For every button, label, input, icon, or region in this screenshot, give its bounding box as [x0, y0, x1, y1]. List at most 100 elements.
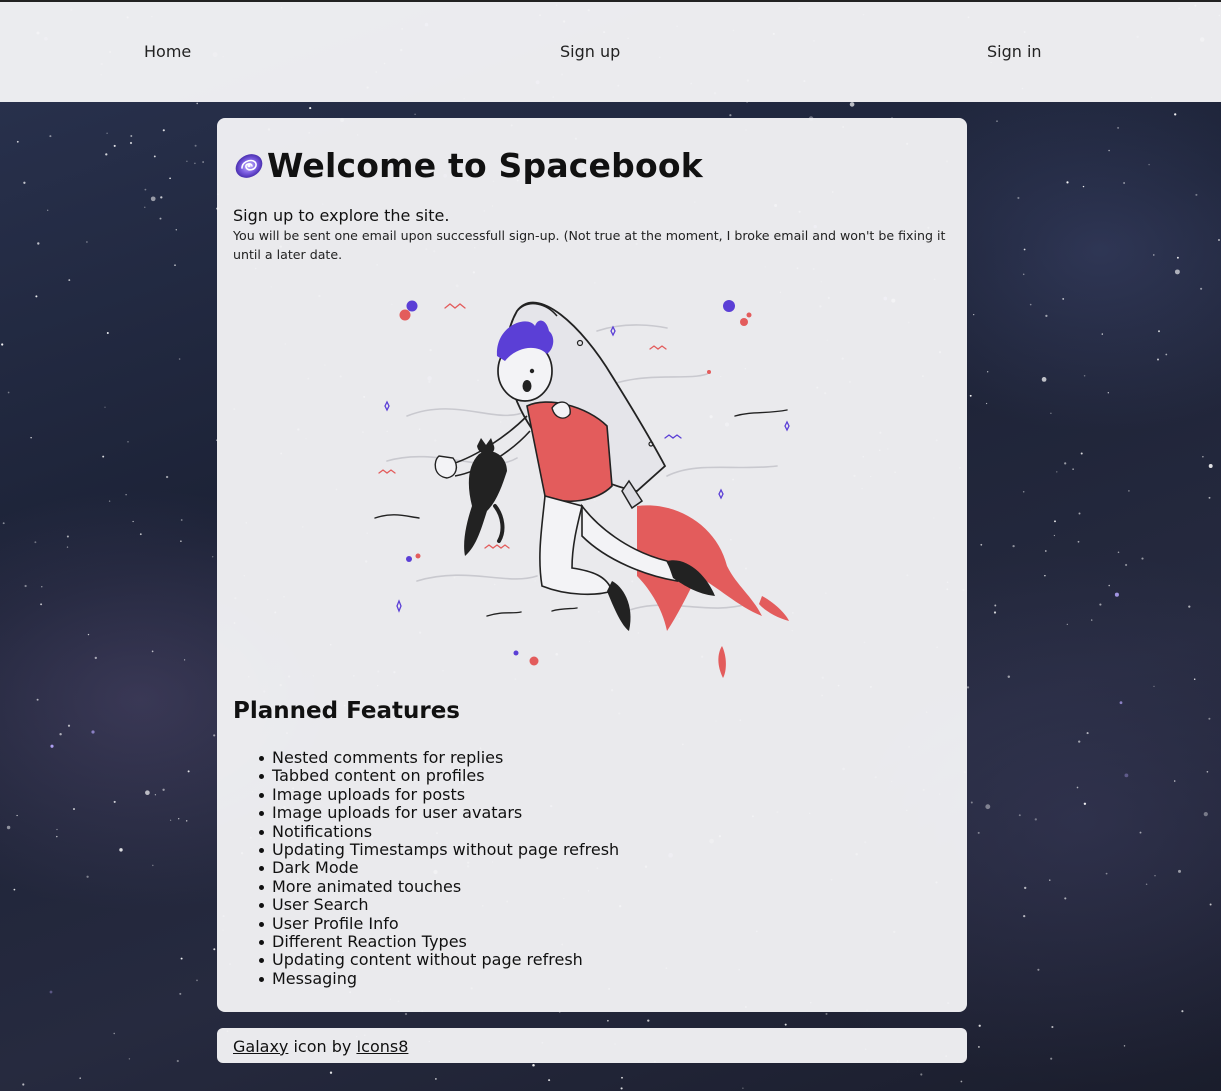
- star: [169, 819, 172, 821]
- star: [1045, 314, 1048, 318]
- list-item: User Profile Info: [258, 914, 619, 933]
- star: [144, 188, 147, 191]
- star: [1076, 786, 1079, 789]
- star: [1141, 557, 1144, 560]
- star: [966, 686, 970, 689]
- star: [1099, 603, 1102, 606]
- star: [742, 1087, 744, 1089]
- star: [2, 522, 5, 525]
- star: [1044, 574, 1046, 577]
- top-border: [0, 0, 1221, 2]
- star: [1123, 182, 1126, 184]
- star: [30, 437, 32, 439]
- star: [977, 831, 980, 834]
- star: [66, 546, 69, 548]
- star: [987, 371, 989, 373]
- star: [404, 1012, 408, 1016]
- star: [1064, 462, 1067, 465]
- star: [1078, 740, 1081, 743]
- icons8-link[interactable]: Icons8: [356, 1037, 408, 1056]
- star: [86, 875, 89, 878]
- star: [36, 698, 39, 701]
- star: [729, 114, 732, 117]
- star: [309, 107, 312, 110]
- star: [1066, 623, 1068, 626]
- list-item: Tabbed content on profiles: [258, 766, 619, 785]
- star: [68, 279, 71, 282]
- star: [67, 724, 71, 727]
- star: [1117, 551, 1120, 554]
- nav-signin-link[interactable]: Sign in: [987, 42, 1042, 61]
- star: [1107, 392, 1109, 394]
- nav-home-link[interactable]: Home: [144, 42, 191, 61]
- star: [56, 828, 58, 831]
- nav-signup-link[interactable]: Sign up: [560, 42, 620, 61]
- star: [548, 1079, 551, 1082]
- page-title: Welcome to Spacebook: [267, 146, 703, 185]
- star: [66, 535, 69, 538]
- title-row: Welcome to Spacebook: [233, 146, 703, 185]
- star: [34, 541, 37, 544]
- star: [1023, 914, 1026, 918]
- star: [213, 734, 216, 737]
- star: [1053, 534, 1056, 537]
- star: [150, 196, 156, 202]
- attribution-footer: Galaxy icon by Icons8: [217, 1028, 967, 1063]
- star: [180, 519, 183, 521]
- list-item: Image uploads for posts: [258, 785, 619, 804]
- star: [1119, 701, 1123, 705]
- list-item: User Search: [258, 895, 619, 914]
- star: [196, 102, 198, 105]
- star: [174, 264, 176, 266]
- star: [212, 556, 214, 558]
- star: [1049, 879, 1051, 881]
- galaxy-link[interactable]: Galaxy: [233, 1037, 288, 1056]
- star: [620, 1087, 623, 1090]
- star: [1083, 375, 1086, 377]
- star: [1125, 563, 1128, 567]
- star: [85, 241, 88, 243]
- star: [108, 500, 111, 502]
- star: [1176, 256, 1179, 259]
- star: [1174, 113, 1177, 116]
- star: [154, 794, 157, 796]
- star: [202, 161, 204, 163]
- star: [1178, 869, 1181, 873]
- star: [102, 455, 105, 458]
- star: [59, 733, 62, 736]
- star: [1202, 456, 1204, 458]
- star: [94, 656, 97, 660]
- star: [1, 343, 4, 346]
- star: [153, 155, 156, 158]
- star: [1154, 875, 1156, 877]
- star: [1056, 471, 1058, 473]
- star: [178, 358, 181, 360]
- list-item: Image uploads for user avatars: [258, 803, 619, 822]
- star: [1018, 814, 1021, 817]
- star: [194, 162, 196, 165]
- star: [1128, 490, 1130, 492]
- star: [784, 1023, 787, 1026]
- star: [980, 543, 983, 546]
- list-item: Updating content without page refresh: [258, 951, 619, 969]
- star: [175, 229, 177, 231]
- star: [113, 800, 116, 803]
- star: [621, 1076, 623, 1079]
- star: [1041, 377, 1047, 382]
- star: [1077, 540, 1080, 543]
- star: [1080, 452, 1083, 455]
- star: [1023, 248, 1026, 251]
- star: [152, 864, 154, 867]
- star: [1022, 273, 1025, 276]
- list-item: Messaging: [258, 969, 619, 988]
- star: [40, 603, 43, 606]
- star: [532, 1064, 535, 1067]
- star: [1174, 269, 1180, 275]
- star: [1206, 770, 1209, 773]
- star: [165, 475, 169, 479]
- star: [1083, 802, 1087, 805]
- star: [87, 633, 90, 636]
- list-item: Updating Timestamps without page refresh: [258, 840, 620, 860]
- star: [213, 948, 216, 951]
- planned-features-heading: Planned Features: [233, 698, 460, 724]
